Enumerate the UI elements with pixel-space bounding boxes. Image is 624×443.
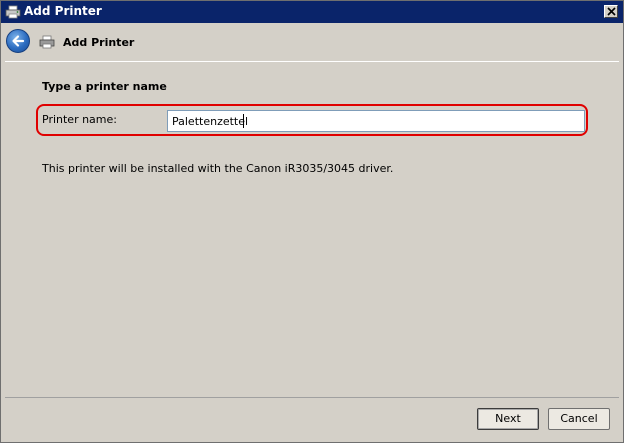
back-arrow-icon bbox=[12, 35, 25, 47]
printer-name-label: Printer name: bbox=[42, 113, 117, 126]
title-bar[interactable]: Add Printer bbox=[1, 1, 623, 23]
window-title: Add Printer bbox=[24, 4, 102, 18]
wizard-content: Type a printer name Printer name: This p… bbox=[5, 61, 619, 397]
cancel-button[interactable]: Cancel bbox=[548, 408, 610, 430]
printer-icon bbox=[39, 35, 55, 52]
back-button[interactable] bbox=[6, 29, 30, 53]
footer-divider bbox=[5, 397, 619, 398]
close-button[interactable] bbox=[604, 5, 618, 18]
wizard-header: Add Printer bbox=[1, 23, 623, 61]
add-printer-window: Add Printer Add Printer Type a printer n… bbox=[0, 0, 624, 443]
close-icon bbox=[607, 7, 616, 16]
printer-icon bbox=[5, 5, 21, 19]
header-title: Add Printer bbox=[63, 36, 135, 49]
section-title: Type a printer name bbox=[42, 80, 167, 93]
printer-name-input[interactable] bbox=[167, 110, 585, 132]
text-caret bbox=[243, 114, 244, 128]
driver-info-text: This printer will be installed with the … bbox=[42, 162, 394, 175]
next-button[interactable]: Next bbox=[477, 408, 539, 430]
